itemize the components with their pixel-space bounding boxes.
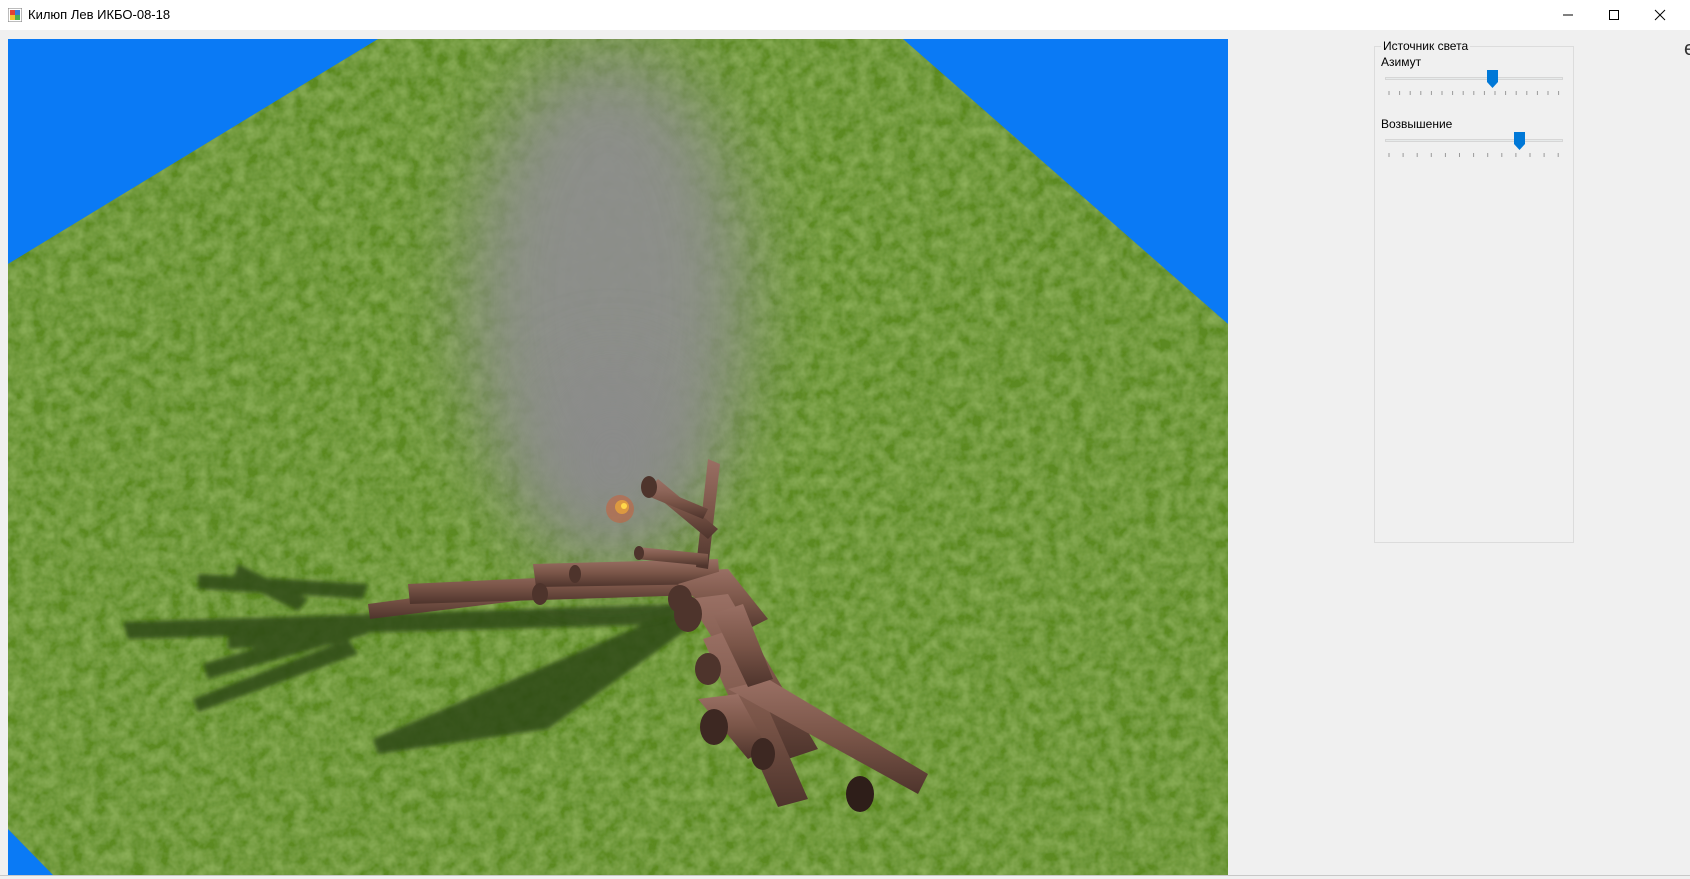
elevation-label: Возвышение [1381, 117, 1453, 131]
fire-sparks [606, 495, 634, 523]
minimize-icon [1563, 14, 1573, 16]
render-viewport[interactable] [8, 39, 1228, 875]
azimuth-ticks [1388, 91, 1560, 95]
azimuth-slider-track[interactable] [1385, 77, 1563, 80]
window-title: Килюп Лев ИКБО-08-18 [28, 7, 171, 22]
elevation-slider-thumb[interactable] [1513, 132, 1525, 150]
maximize-icon [1609, 10, 1619, 20]
elevation-slider-track[interactable] [1385, 139, 1563, 142]
azimuth-slider-thumb[interactable] [1486, 70, 1498, 88]
elevation-ticks [1388, 153, 1559, 157]
app-window-icon [8, 8, 22, 22]
close-button[interactable] [1637, 0, 1683, 30]
clipped-edge-text: e [1684, 38, 1690, 60]
azimuth-label: Азимут [1381, 55, 1422, 69]
maximize-button[interactable] [1591, 0, 1637, 30]
scene-canvas [8, 39, 1228, 875]
title-bar: Килюп Лев ИКБО-08-18 [0, 0, 1690, 30]
window-bottom-border [0, 875, 1690, 876]
close-icon [1654, 9, 1666, 21]
minimize-button[interactable] [1545, 0, 1591, 30]
light-source-title: Источник света [1381, 39, 1471, 53]
